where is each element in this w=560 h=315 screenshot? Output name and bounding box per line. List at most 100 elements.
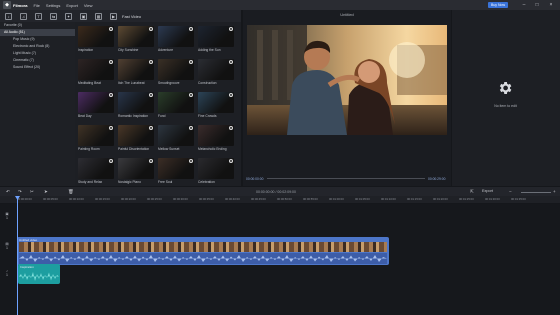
download-icon[interactable]: ↓ (229, 60, 233, 64)
download-icon[interactable]: ↓ (189, 27, 193, 31)
total-time: 00:00:29:00 (428, 177, 446, 181)
sidebar-item[interactable]: Light Music (7) (0, 50, 75, 57)
minimize-icon[interactable]: – (521, 2, 527, 8)
library-item[interactable]: ↓ Smoothgroove (158, 59, 194, 87)
fast-video-icon[interactable]: ▶ (110, 12, 117, 20)
buy-now-button[interactable]: Buy Now (488, 2, 508, 8)
export-button[interactable]: Export (482, 189, 493, 193)
preview-frame-image (247, 25, 447, 135)
effects-icon[interactable]: ✦ (65, 12, 72, 20)
ruler-tick-label: 00:01:15:00 (407, 197, 422, 201)
download-icon[interactable]: ↓ (229, 27, 233, 31)
download-icon[interactable]: ↓ (229, 93, 233, 97)
split-icon[interactable]: ✂ (30, 189, 34, 194)
zoom-out-icon[interactable]: − (509, 189, 512, 194)
download-icon[interactable]: ↓ (189, 93, 193, 97)
redo-icon[interactable]: ↷ (18, 189, 22, 194)
preview-player: Untitled 00:00:00:00 00:00:29:00 (243, 10, 451, 193)
zoom-in-icon[interactable]: + (553, 189, 556, 194)
library-thumbnail: ↓ (198, 92, 234, 113)
library-item-label: Beat Day (78, 113, 92, 118)
menu-view[interactable]: View (84, 3, 93, 8)
maximize-icon[interactable]: □ (534, 2, 540, 8)
download-icon[interactable]: ↓ (149, 93, 153, 97)
audio-clip[interactable]: Inspiration (18, 264, 60, 284)
library-item[interactable]: ↓ Painful Disorientation (118, 125, 154, 153)
timeline-ruler[interactable]: 00:00:00:00 00:00:05:00 00:00:10:00 00:00:1… (0, 196, 560, 204)
transitions-icon[interactable]: ⇆ (50, 12, 57, 20)
sidebar-item[interactable]: Pop Music (9) (0, 36, 75, 43)
split-screen-icon[interactable]: ▦ (95, 12, 102, 20)
library-thumbnail: ↓ (78, 26, 114, 47)
library-item[interactable]: ↓ Melancholic Ending (198, 125, 234, 153)
undo-icon[interactable]: ↶ (6, 189, 10, 194)
download-icon[interactable]: ↓ (149, 126, 153, 130)
playhead[interactable] (17, 196, 18, 315)
gear-icon (499, 82, 512, 94)
menu-file[interactable]: File (33, 3, 39, 8)
preview-scrubber[interactable] (267, 178, 425, 179)
library-thumbnail: ↓ (118, 26, 154, 47)
titles-icon[interactable]: T (35, 12, 42, 20)
sidebar-item[interactable]: All Audio (51) (0, 29, 75, 36)
library-item-label: Painful Disorientation (118, 146, 150, 151)
download-icon[interactable]: ↓ (109, 93, 113, 97)
library-thumbnail: ↓ (118, 92, 154, 113)
library-item-label: Fund (158, 113, 166, 118)
app-logo-icon: ◆ (3, 1, 11, 9)
library-item[interactable]: ↓ Adding the Sun (198, 26, 234, 54)
download-icon[interactable]: ↓ (229, 159, 233, 163)
audio-waveform (19, 272, 59, 281)
elements-icon[interactable]: ▣ (80, 12, 87, 20)
library-item[interactable]: ↓ Painting Room (78, 125, 114, 153)
library-item[interactable]: ↓ Mellow Sunset (158, 125, 194, 153)
library-item-label: Study and Relax (78, 179, 103, 184)
audio-icon[interactable]: ♫ (20, 12, 27, 20)
library-item[interactable]: ↓ Nostalgic Piano (118, 158, 154, 186)
sidebar-item[interactable]: Sound Effect (20) (0, 64, 75, 71)
download-icon[interactable]: ↓ (189, 159, 193, 163)
library-item[interactable]: ↓ Fund (158, 92, 194, 120)
library-item[interactable]: ↓ Celebration (198, 158, 234, 186)
menu-settings[interactable]: Settings (46, 3, 60, 8)
sidebar-item[interactable]: Electronic and Rock (8) (0, 43, 75, 50)
download-icon[interactable]: ↓ (189, 60, 193, 64)
download-icon[interactable]: ↓ (229, 126, 233, 130)
library-item[interactable]: ↓ Construction (198, 59, 234, 87)
library-item[interactable]: ↓ Inspiration (78, 26, 114, 54)
media-icon[interactable]: ♪ (5, 12, 12, 20)
library-item[interactable]: ↓ Fine Crowds (198, 92, 234, 120)
sidebar-item[interactable]: Cinematic (7) (0, 57, 75, 64)
library-item-label: Free Soul (158, 179, 173, 184)
video-clip[interactable]: Untitled video (17, 237, 389, 265)
ruler-tick-label: 00:00:10:00 (69, 197, 84, 201)
library-item[interactable]: ↓ City Sunshine (118, 26, 154, 54)
library-item[interactable]: ↓ Itch The Lunabeat (118, 59, 154, 87)
delete-icon[interactable]: 🗑 (68, 189, 74, 194)
download-icon[interactable]: ↓ (149, 159, 153, 163)
cursor-icon[interactable]: ➤ (44, 189, 48, 194)
download-icon[interactable]: ↓ (149, 60, 153, 64)
export-icon[interactable]: ⇱ (470, 189, 474, 194)
close-icon[interactable]: × (548, 2, 554, 8)
library-item[interactable]: ↓ Adventure (158, 26, 194, 54)
library-item[interactable]: ↓ Beat Day (78, 92, 114, 120)
zoom-slider[interactable] (521, 192, 551, 193)
download-icon[interactable]: ↓ (189, 126, 193, 130)
media-toolbar: ♪ ♫ T ⇆ ✦ ▣ ▦ ▶ Fast Video (0, 10, 243, 22)
library-item[interactable]: ↓ Study and Relax (78, 158, 114, 186)
library-thumbnail: ↓ (198, 158, 234, 179)
library-item[interactable]: ↓ Meditating Beat (78, 59, 114, 87)
library-item[interactable]: ↓ Romantic Inspiration (118, 92, 154, 120)
timeline-toolbar: ↶ ↷ ✂ ➤ 🗑 00:00:00:00 / 00:02:09:00 ⇱ Ex… (0, 186, 560, 196)
download-icon[interactable]: ↓ (109, 126, 113, 130)
menu-export[interactable]: Export (66, 3, 78, 8)
ruler-tick-label: 00:00:50:00 (277, 197, 292, 201)
download-icon[interactable]: ↓ (149, 27, 153, 31)
download-icon[interactable]: ↓ (109, 60, 113, 64)
library-item[interactable]: ↓ Free Soul (158, 158, 194, 186)
sidebar-item[interactable]: Favorite (0) (0, 22, 75, 29)
download-icon[interactable]: ↓ (109, 159, 113, 163)
ruler-tick-label: 00:00:35:00 (199, 197, 214, 201)
download-icon[interactable]: ↓ (109, 27, 113, 31)
